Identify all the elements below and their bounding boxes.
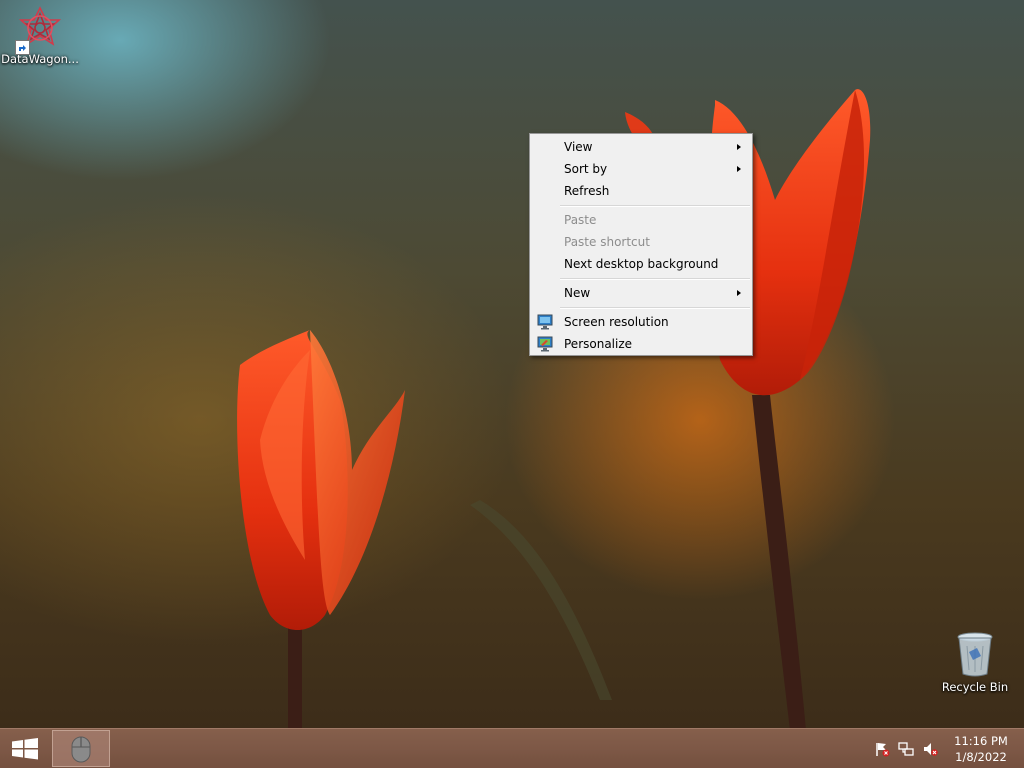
menu-separator — [560, 278, 750, 280]
volume-muted-icon[interactable] — [922, 741, 938, 757]
menu-item-next-desktop-background[interactable]: Next desktop background — [532, 253, 750, 275]
system-clock[interactable]: 11:16 PM 1/8/2022 — [948, 733, 1014, 765]
menu-item-label: Screen resolution — [564, 315, 669, 329]
menu-item-label: View — [564, 140, 593, 154]
start-button[interactable] — [0, 729, 50, 768]
submenu-arrow-icon — [737, 144, 741, 150]
desktop[interactable]: DataWagon... Recycle Bin View Sort by Re… — [0, 0, 1024, 768]
network-icon[interactable] — [898, 741, 914, 757]
desktop-context-menu: View Sort by Refresh Paste Paste shortcu… — [529, 133, 753, 356]
screen-resolution-icon — [537, 314, 553, 330]
recycle-bin-icon — [957, 632, 993, 677]
desktop-icon-datawagon[interactable]: DataWagon... — [0, 6, 80, 66]
menu-item-label: Refresh — [564, 184, 610, 198]
menu-item-personalize[interactable]: Personalize — [532, 333, 750, 355]
taskbar-app-button[interactable] — [52, 730, 110, 767]
submenu-arrow-icon — [737, 290, 741, 296]
clock-date: 1/8/2022 — [955, 750, 1007, 764]
menu-item-sort-by[interactable]: Sort by — [532, 158, 750, 180]
menu-separator — [560, 205, 750, 207]
menu-item-label: New — [564, 286, 591, 300]
menu-item-label: Paste shortcut — [564, 235, 650, 249]
menu-separator — [560, 307, 750, 309]
menu-item-label: Sort by — [564, 162, 608, 176]
menu-item-refresh[interactable]: Refresh — [532, 180, 750, 202]
menu-item-screen-resolution[interactable]: Screen resolution — [532, 311, 750, 333]
shortcut-arrow-icon — [15, 40, 30, 55]
menu-item-paste-shortcut[interactable]: Paste shortcut — [532, 231, 750, 253]
submenu-arrow-icon — [737, 166, 741, 172]
menu-item-label: Paste — [564, 213, 597, 227]
mouse-icon — [71, 736, 91, 763]
menu-item-label: Personalize — [564, 337, 633, 351]
menu-item-paste[interactable]: Paste — [532, 209, 750, 231]
menu-item-label: Next desktop background — [564, 257, 719, 271]
personalize-icon — [537, 336, 553, 352]
menu-item-new[interactable]: New — [532, 282, 750, 304]
menu-item-view[interactable]: View — [532, 136, 750, 158]
wallpaper-tulips — [237, 89, 871, 730]
clock-time: 11:16 PM — [954, 734, 1008, 748]
desktop-icon-label: DataWagon... — [1, 52, 79, 66]
action-center-flag-icon[interactable] — [874, 741, 890, 757]
taskbar: 11:16 PM 1/8/2022 — [0, 728, 1024, 768]
windows-logo-icon — [12, 738, 38, 760]
desktop-icon-label: Recycle Bin — [941, 680, 1009, 694]
desktop-icon-recycle-bin[interactable]: Recycle Bin — [935, 630, 1015, 694]
